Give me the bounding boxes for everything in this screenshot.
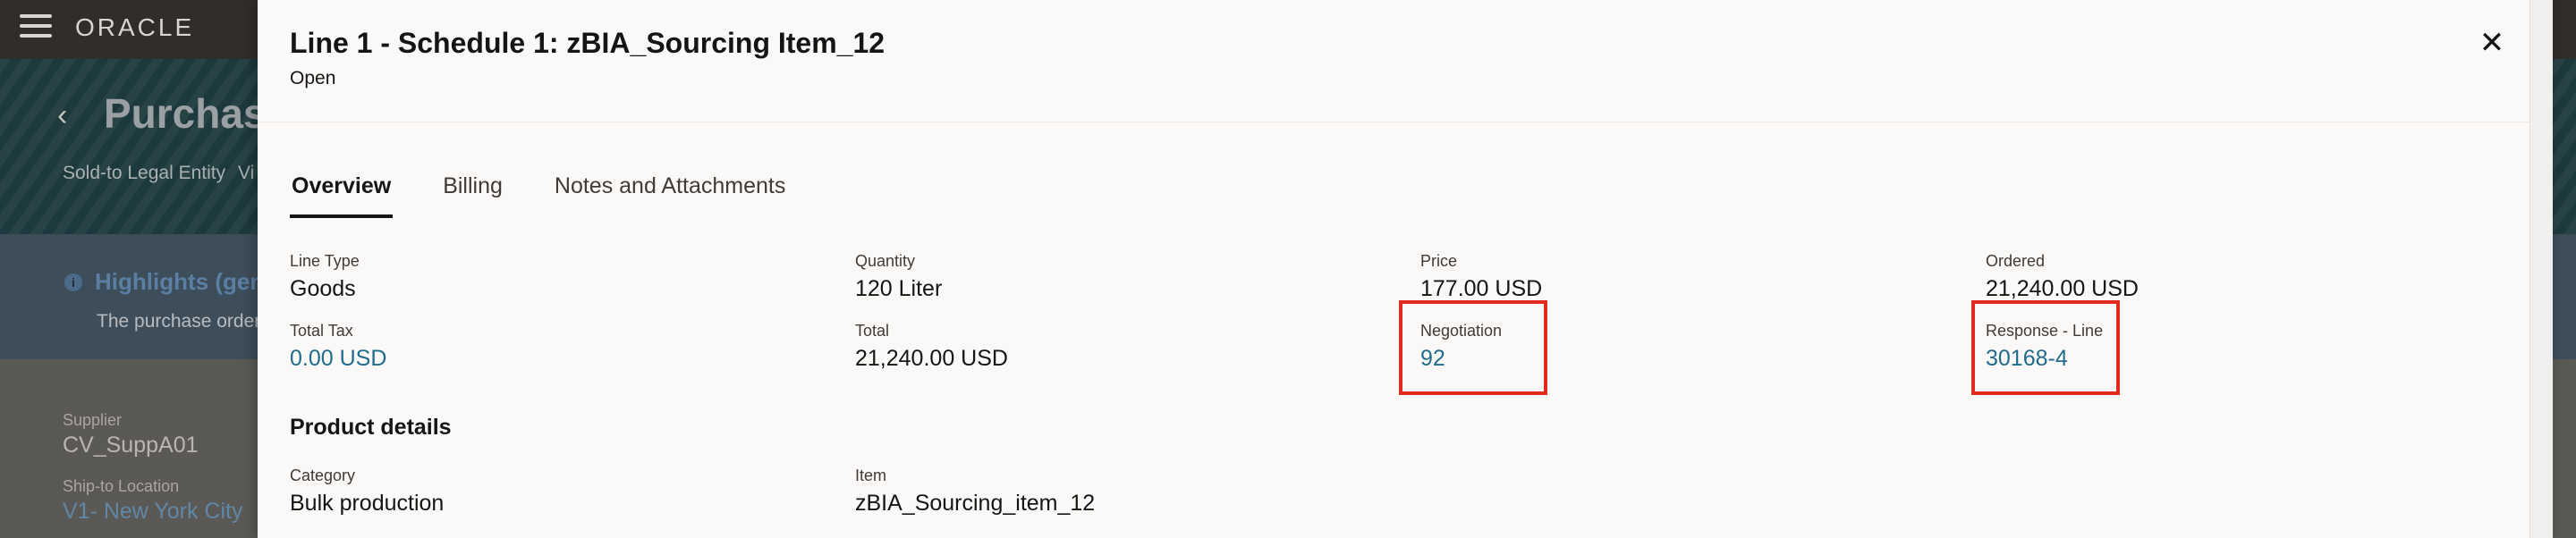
close-icon[interactable]: ✕: [2476, 27, 2508, 59]
price-field: Price 177.00 USD: [1420, 252, 1542, 302]
product-details-title: Product details: [290, 415, 452, 440]
line-type-value: Goods: [290, 276, 356, 301]
item-label: Item: [855, 467, 887, 484]
negotiation-highlight-box: [1399, 300, 1547, 395]
quantity-label: Quantity: [855, 252, 916, 270]
total-tax-label: Total Tax: [290, 322, 353, 340]
supplier-label: Supplier: [63, 411, 123, 429]
item-value: zBIA_Sourcing_item_12: [855, 491, 1096, 516]
quantity-value: 120 Liter: [855, 276, 943, 301]
ordered-label: Ordered: [1986, 252, 2046, 270]
price-value: 177.00 USD: [1420, 276, 1543, 301]
tab-billing[interactable]: Billing: [441, 173, 504, 220]
total-label: Total: [855, 322, 890, 340]
line-type-field: Line Type Goods: [290, 252, 360, 302]
schedule-drawer: Line 1 - Schedule 1: zBIA_Sourcing Item_…: [258, 0, 2553, 538]
ordered-field: Ordered 21,240.00 USD: [1986, 252, 2139, 302]
category-label: Category: [290, 467, 356, 484]
total-value: 21,240.00 USD: [855, 346, 1008, 371]
total-tax-field: Total Tax 0.00 USD: [290, 322, 386, 372]
info-icon: i: [64, 273, 82, 291]
hamburger-menu-icon[interactable]: [20, 14, 52, 41]
tab-bar: Overview Billing Notes and Attachments: [290, 173, 835, 220]
oracle-logo: ORACLE: [75, 13, 195, 41]
tab-overview[interactable]: Overview: [290, 173, 394, 220]
item-field: Item zBIA_Sourcing_item_12: [855, 467, 1095, 517]
supplier-value: CV_SuppA01: [63, 433, 199, 458]
status-text: Open: [290, 68, 336, 88]
total-tax-link[interactable]: 0.00 USD: [290, 346, 386, 372]
sold-to-value: Vi: [238, 163, 255, 183]
category-value: Bulk production: [290, 491, 445, 516]
response-line-highlight-box: [1971, 300, 2120, 395]
category-field: Category Bulk production: [290, 467, 444, 517]
quantity-field: Quantity 120 Liter: [855, 252, 942, 302]
sold-to-label: Sold-to Legal Entity: [63, 163, 226, 183]
highlights-title[interactable]: Highlights (gen: [95, 268, 264, 296]
ordered-value: 21,240.00 USD: [1986, 276, 2139, 301]
highlights-text: The purchase order: [97, 311, 261, 332]
ship-to-link[interactable]: V1- New York City: [63, 499, 242, 525]
drawer-scrollbar[interactable]: [2529, 0, 2553, 538]
tab-notes-and-attachments[interactable]: Notes and Attachments: [553, 173, 787, 220]
ship-to-label: Ship-to Location: [63, 477, 180, 495]
line-type-label: Line Type: [290, 252, 360, 270]
back-chevron-icon[interactable]: ‹: [57, 98, 67, 133]
price-label: Price: [1420, 252, 1458, 270]
total-field: Total 21,240.00 USD: [855, 322, 1008, 372]
drawer-title: Line 1 - Schedule 1: zBIA_Sourcing Item_…: [290, 27, 886, 59]
